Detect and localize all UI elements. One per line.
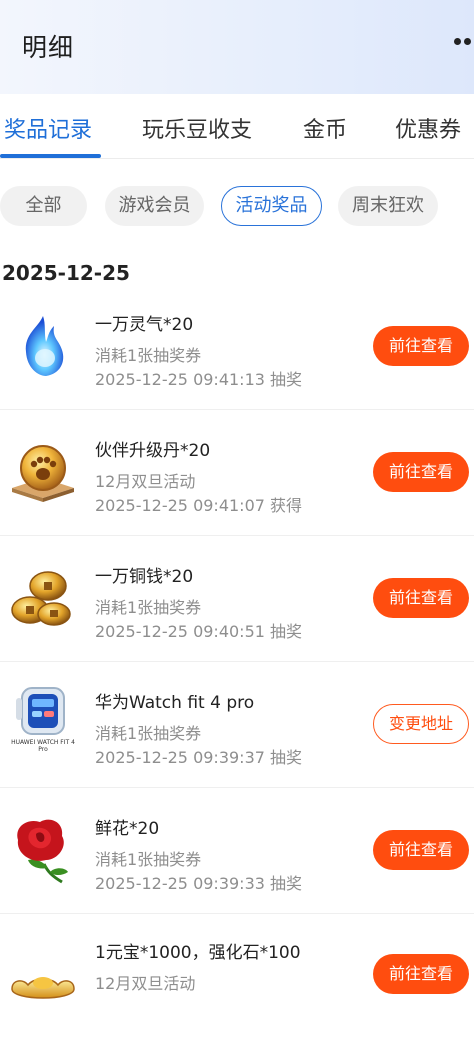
view-prize-button[interactable]: 前往查看 xyxy=(373,578,469,618)
prize-record-row: 一万铜钱*20 消耗1张抽奖券 2025-12-25 09:40:51 抽奖 前… xyxy=(0,536,474,662)
prize-record-row: 鲜花*20 消耗1张抽奖券 2025-12-25 09:39:33 抽奖 前往查… xyxy=(0,788,474,914)
view-prize-button[interactable]: 前往查看 xyxy=(373,452,469,492)
filter-game-membership[interactable]: 游戏会员 xyxy=(105,186,204,226)
red-rose-icon xyxy=(17,819,68,884)
prize-source: 消耗1张抽奖券 xyxy=(95,724,202,743)
smartwatch-icon: HUAWEI WATCH FIT 4 Pro xyxy=(8,686,78,756)
page-title: 明细 xyxy=(22,33,75,62)
tab-gold-coins[interactable]: 金币 xyxy=(303,112,347,144)
active-tab-indicator xyxy=(0,154,101,158)
view-prize-button[interactable]: 前往查看 xyxy=(373,326,469,366)
tab-bar: 奖品记录 玩乐豆收支 金币 优惠券 xyxy=(0,94,474,159)
prize-record-row: 伙伴升级丹*20 12月双旦活动 2025-12-25 09:41:07 获得 … xyxy=(0,410,474,536)
prize-source: 消耗1张抽奖券 xyxy=(95,598,202,617)
prize-source: 12月双旦活动 xyxy=(95,974,196,993)
tab-prize-records[interactable]: 奖品记录 xyxy=(4,112,92,144)
prize-source: 消耗1张抽奖券 xyxy=(95,346,202,365)
prize-name: 1元宝*1000，强化石*100 xyxy=(95,943,301,963)
prize-name: 伙伴升级丹*20 xyxy=(95,441,211,461)
prize-source: 12月双旦活动 xyxy=(95,472,196,491)
prize-timestamp: 2025-12-25 09:39:33 抽奖 xyxy=(95,874,303,893)
prize-name: 鲜花*20 xyxy=(95,819,160,839)
tab-coupons[interactable]: 优惠券 xyxy=(395,112,461,144)
prize-source: 消耗1张抽奖券 xyxy=(95,850,202,869)
prize-timestamp: 2025-12-25 09:39:37 抽奖 xyxy=(95,748,303,767)
prize-timestamp: 2025-12-25 09:41:13 抽奖 xyxy=(95,370,303,389)
gold-ingot-icon xyxy=(11,977,75,999)
date-group-heading: 2025-12-25 xyxy=(2,261,130,285)
tab-fun-beans[interactable]: 玩乐豆收支 xyxy=(142,112,252,144)
copper-coins-icon xyxy=(11,571,71,626)
prize-record-row: HUAWEI WATCH FIT 4 Pro 华为Watch fit 4 pro… xyxy=(0,662,474,788)
prize-timestamp: 2025-12-25 09:40:51 抽奖 xyxy=(95,622,303,641)
filter-weekend-carnival[interactable]: 周末狂欢 xyxy=(338,186,438,226)
prize-timestamp: 2025-12-25 09:41:07 获得 xyxy=(95,496,303,515)
prize-name: 一万灵气*20 xyxy=(95,315,194,335)
view-prize-button[interactable]: 前往查看 xyxy=(373,954,469,994)
prize-name: 一万铜钱*20 xyxy=(95,567,194,587)
change-address-button[interactable]: 变更地址 xyxy=(373,704,469,744)
prize-record-row: 一万灵气*20 消耗1张抽奖券 2025-12-25 09:41:13 抽奖 前… xyxy=(0,284,474,410)
top-bar: 明细 xyxy=(0,0,474,94)
view-prize-button[interactable]: 前往查看 xyxy=(373,830,469,870)
prize-record-row: 1元宝*1000，强化石*100 12月双旦活动 前往查看 xyxy=(0,914,474,1040)
filter-all[interactable]: 全部 xyxy=(0,186,87,226)
gold-paw-pill-icon xyxy=(12,445,74,502)
filter-event-prizes[interactable]: 活动奖品 xyxy=(221,186,322,226)
watch-thumb-caption: HUAWEI WATCH FIT 4 Pro xyxy=(11,739,75,753)
prize-name: 华为Watch fit 4 pro xyxy=(95,693,255,713)
blue-spirit-flame-icon xyxy=(25,316,64,376)
more-options-icon[interactable] xyxy=(454,38,474,46)
